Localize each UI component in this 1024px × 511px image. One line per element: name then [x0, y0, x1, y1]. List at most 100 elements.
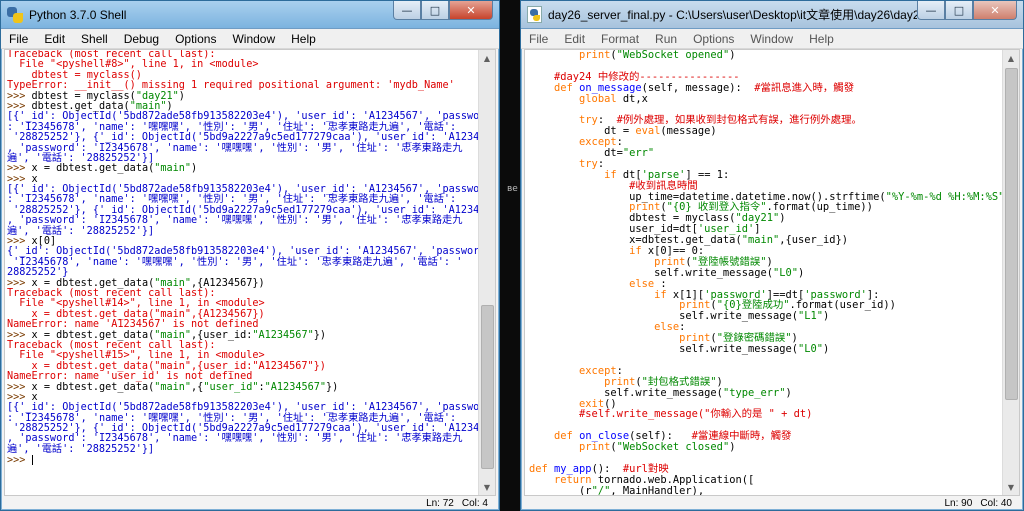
- code-line[interactable]: >>> x = dbtest.get_data("main",{"user_id…: [7, 381, 478, 393]
- code-token: ): [191, 163, 198, 175]
- scroll-thumb[interactable]: [1005, 68, 1018, 400]
- editor-menubar: File Edit Format Run Options Window Help: [521, 29, 1023, 49]
- code-token: #self.write_message("你輸入的是 " + dt): [579, 408, 813, 421]
- editor-scrollbar[interactable]: ▲ ▼: [1002, 50, 1019, 495]
- editor-col-indicator: Col: 40: [980, 497, 1012, 509]
- code-line[interactable]: global dt,x: [529, 93, 1002, 105]
- code-token: ): [823, 310, 830, 323]
- code-token: "main": [741, 234, 780, 247]
- code-token: [{'_id': ObjectId('5bd872ade58fb91358220…: [7, 402, 478, 414]
- menu-help[interactable]: Help: [283, 32, 324, 46]
- scroll-down-icon[interactable]: ▼: [1003, 479, 1019, 495]
- scroll-up-icon[interactable]: ▲: [479, 50, 495, 66]
- code-token: "main": [129, 100, 167, 112]
- menu-window[interactable]: Window: [224, 32, 283, 46]
- maximize-icon[interactable]: □: [945, 1, 973, 20]
- menu-options[interactable]: Options: [685, 32, 742, 46]
- code-token: ): [785, 386, 792, 399]
- code-token: "L1": [798, 310, 824, 323]
- code-token: "/": [591, 484, 611, 495]
- code-token: >>>: [7, 100, 32, 112]
- menu-options[interactable]: Options: [167, 32, 224, 46]
- text-cursor: [31, 455, 33, 466]
- menu-shell[interactable]: Shell: [73, 32, 116, 46]
- code-token: "L0": [772, 266, 799, 279]
- code-token: >>>: [7, 277, 32, 289]
- shell-output[interactable]: Traceback (most recent call last): File …: [5, 50, 478, 495]
- editor-line-indicator: Ln: 90: [944, 497, 973, 509]
- scroll-down-icon[interactable]: ▼: [479, 479, 495, 495]
- source-code[interactable]: print("WebSocket opened") #day24 中修改的---…: [525, 50, 1002, 495]
- code-token: x = dbtest.get_data(: [31, 381, 155, 393]
- shell-text-area[interactable]: Traceback (most recent call last): File …: [4, 49, 496, 496]
- menu-edit[interactable]: Edit: [36, 32, 73, 46]
- code-token: >>>: [7, 455, 32, 467]
- code-line[interactable]: print("WebSocket closed"): [529, 442, 1002, 453]
- code-token: x[0]: [31, 236, 57, 248]
- shell-col-indicator: Col: 4: [461, 497, 488, 509]
- menu-file[interactable]: File: [521, 32, 556, 46]
- scroll-thumb[interactable]: [481, 305, 494, 469]
- code-token: TypeError: __init__() missing 1 required…: [7, 80, 455, 92]
- editor-window: day26_server_final.py - C:\Users\user\De…: [520, 0, 1024, 511]
- code-line[interactable]: 遍', '電話': '28825252'}]: [7, 225, 478, 237]
- code-token: , MainHandler),: [610, 484, 705, 495]
- code-token: "A1234567": [264, 381, 326, 393]
- code-token: (r: [529, 484, 592, 495]
- code-token: ): [729, 441, 736, 454]
- code-token: NameError: name 'user_id' is not defined: [7, 371, 253, 383]
- code-token: >>>: [7, 236, 32, 248]
- menu-format[interactable]: Format: [593, 32, 647, 46]
- code-line[interactable]: >>> x = dbtest.get_data("main"): [7, 164, 478, 174]
- menu-run[interactable]: Run: [647, 32, 685, 46]
- shell-menubar: File Edit Shell Debug Options Window Hel…: [1, 29, 499, 49]
- editor-window-controls: — □ ✕: [917, 1, 1017, 20]
- shell-window-controls: — □ ✕: [393, 1, 493, 20]
- code-token: {'_id': ObjectId('5bd872ade58fb913582203…: [7, 246, 478, 258]
- code-token: eval: [635, 125, 661, 138]
- python-shell-window: Python 3.7.0 Shell — □ ✕ File Edit Shell…: [0, 0, 500, 511]
- code-token: x = dbtest.get_data(: [31, 329, 155, 341]
- code-line[interactable]: 'I2345678', 'name': '嘿嘿嘿', '性別': '男', '住…: [7, 257, 478, 268]
- code-line[interactable]: (r"/", MainHandler),: [529, 484, 1002, 495]
- code-token: 遍', '電話': '28825252'}]: [7, 225, 155, 237]
- close-icon[interactable]: ✕: [973, 1, 1017, 20]
- code-token: >>>: [7, 173, 32, 185]
- editor-text-area[interactable]: print("WebSocket opened") #day24 中修改的---…: [524, 49, 1020, 496]
- code-token: : 'I2345678', 'name': '嘿嘿嘿', '性別': '男', …: [7, 194, 457, 206]
- code-token: Traceback (most recent call last):: [7, 339, 216, 351]
- menu-window[interactable]: Window: [742, 32, 801, 46]
- close-icon[interactable]: ✕: [449, 1, 493, 20]
- code-line[interactable]: >>>: [7, 455, 478, 467]
- code-token: }): [326, 381, 339, 393]
- code-line[interactable]: #self.write_message("你輸入的是 " + dt): [529, 409, 1002, 420]
- menu-debug[interactable]: Debug: [116, 32, 167, 46]
- code-token: (message): [660, 125, 717, 138]
- menu-file[interactable]: File: [1, 32, 36, 46]
- minimize-icon[interactable]: —: [917, 1, 945, 20]
- code-token: "%Y-%m-%d %H:%M:%S": [885, 190, 1002, 203]
- shell-scrollbar[interactable]: ▲ ▼: [478, 50, 495, 495]
- editor-titlebar[interactable]: day26_server_final.py - C:\Users\user\De…: [521, 1, 1023, 29]
- code-token: "main": [154, 381, 192, 393]
- code-token: x: [31, 173, 38, 185]
- menu-help[interactable]: Help: [801, 32, 842, 46]
- code-line[interactable]: 遍', '電話': '28825252'}]: [7, 444, 478, 455]
- code-line[interactable]: self.write_message("L0"): [529, 344, 1002, 355]
- code-token: '28825252'}, {'_id': ObjectId('5bd9a2227…: [7, 132, 478, 144]
- shell-statusbar: Ln: 72 Col: 4: [4, 496, 496, 510]
- code-token: ): [779, 212, 786, 225]
- code-token: >>>: [7, 90, 32, 102]
- shell-title: Python 3.7.0 Shell: [29, 7, 127, 22]
- code-token: File "<pyshell#14>", line 1, in <module>: [7, 298, 265, 310]
- code-token: x = dbtest.get_data(: [31, 277, 155, 289]
- scroll-up-icon[interactable]: ▲: [1003, 50, 1019, 66]
- code-line[interactable]: print("WebSocket opened"): [529, 50, 1002, 61]
- minimize-icon[interactable]: —: [393, 1, 421, 20]
- shell-titlebar[interactable]: Python 3.7.0 Shell — □ ✕: [1, 1, 499, 29]
- maximize-icon[interactable]: □: [421, 1, 449, 20]
- code-token: >>>: [7, 381, 32, 393]
- menu-edit[interactable]: Edit: [556, 32, 593, 46]
